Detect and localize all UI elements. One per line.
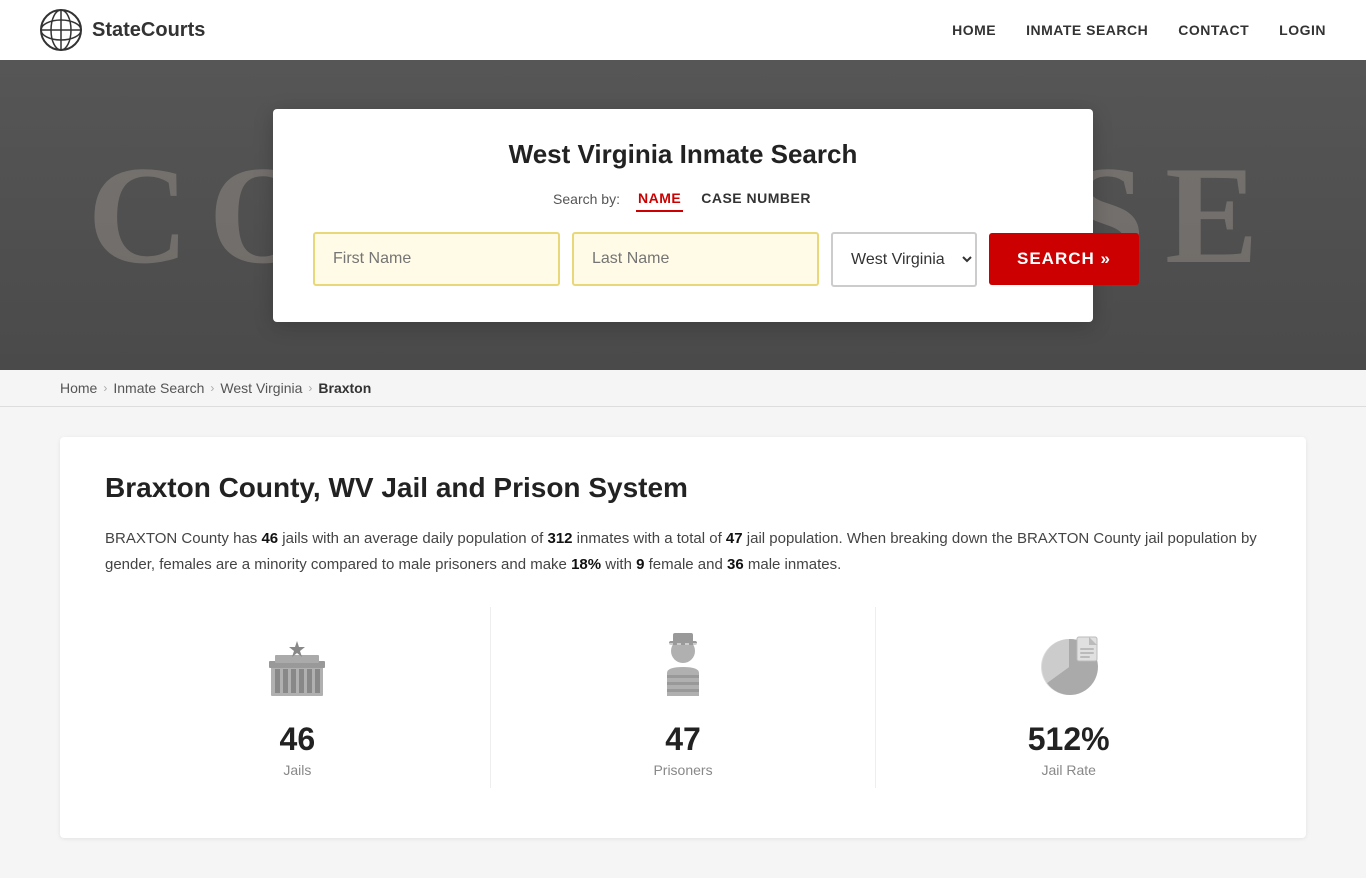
state-select[interactable]: West Virginia Alabama Alaska Arizona Ark… [831,232,977,287]
stat-jail-rate-label: Jail Rate [1041,762,1095,778]
logo-text: StateCourts [92,19,205,42]
nav-inmate-search[interactable]: INMATE SEARCH [1026,22,1148,38]
nav-login[interactable]: LOGIN [1279,22,1326,38]
breadcrumb-home[interactable]: Home [60,380,97,396]
stat-jail-rate-number: 512% [1028,721,1110,758]
stat-prisoners-number: 47 [665,721,701,758]
search-card-title: West Virginia Inmate Search [313,139,1053,170]
search-inputs-row: West Virginia Alabama Alaska Arizona Ark… [313,232,1053,287]
stat-jails-number: 46 [280,721,316,758]
header: StateCourts HOME INMATE SEARCH CONTACT L… [0,0,1366,60]
breadcrumb-inmate-search[interactable]: Inmate Search [113,380,204,396]
hero-section: COURTHOUSE West Virginia Inmate Search S… [0,60,1366,370]
jail-icon [257,627,337,707]
stat-prisoners: 47 Prisoners [491,607,877,788]
stat-jail-rate: 512% Jail Rate [876,607,1261,788]
content-title: Braxton County, WV Jail and Prison Syste… [105,472,1261,504]
tab-case-number[interactable]: CASE NUMBER [699,186,813,212]
stats-row: 46 Jails [105,607,1261,788]
breadcrumb-current: Braxton [318,380,371,396]
breadcrumb-west-virginia[interactable]: West Virginia [220,380,302,396]
last-name-input[interactable] [572,232,819,286]
first-name-input[interactable] [313,232,560,286]
search-button[interactable]: SEARCH » [989,233,1139,285]
tab-name[interactable]: NAME [636,186,683,212]
breadcrumb-sep-1: › [103,381,107,395]
search-by-label: Search by: [553,191,620,207]
breadcrumb-sep-3: › [308,381,312,395]
main-nav: HOME INMATE SEARCH CONTACT LOGIN [952,22,1326,38]
logo-icon [40,9,82,51]
stat-prisoners-label: Prisoners [653,762,712,778]
breadcrumb: Home › Inmate Search › West Virginia › B… [0,370,1366,407]
chart-icon [1029,627,1109,707]
content-card: Braxton County, WV Jail and Prison Syste… [60,437,1306,838]
nav-home[interactable]: HOME [952,22,996,38]
stat-jails-label: Jails [283,762,311,778]
search-card: West Virginia Inmate Search Search by: N… [273,109,1093,322]
stat-jails: 46 Jails [105,607,491,788]
main-content: Braxton County, WV Jail and Prison Syste… [0,407,1366,878]
search-by-row: Search by: NAME CASE NUMBER [313,186,1053,212]
nav-contact[interactable]: CONTACT [1178,22,1249,38]
logo[interactable]: StateCourts [40,9,205,51]
breadcrumb-sep-2: › [210,381,214,395]
prisoner-icon [643,627,723,707]
content-paragraph: BRAXTON County has 46 jails with an aver… [105,526,1261,577]
